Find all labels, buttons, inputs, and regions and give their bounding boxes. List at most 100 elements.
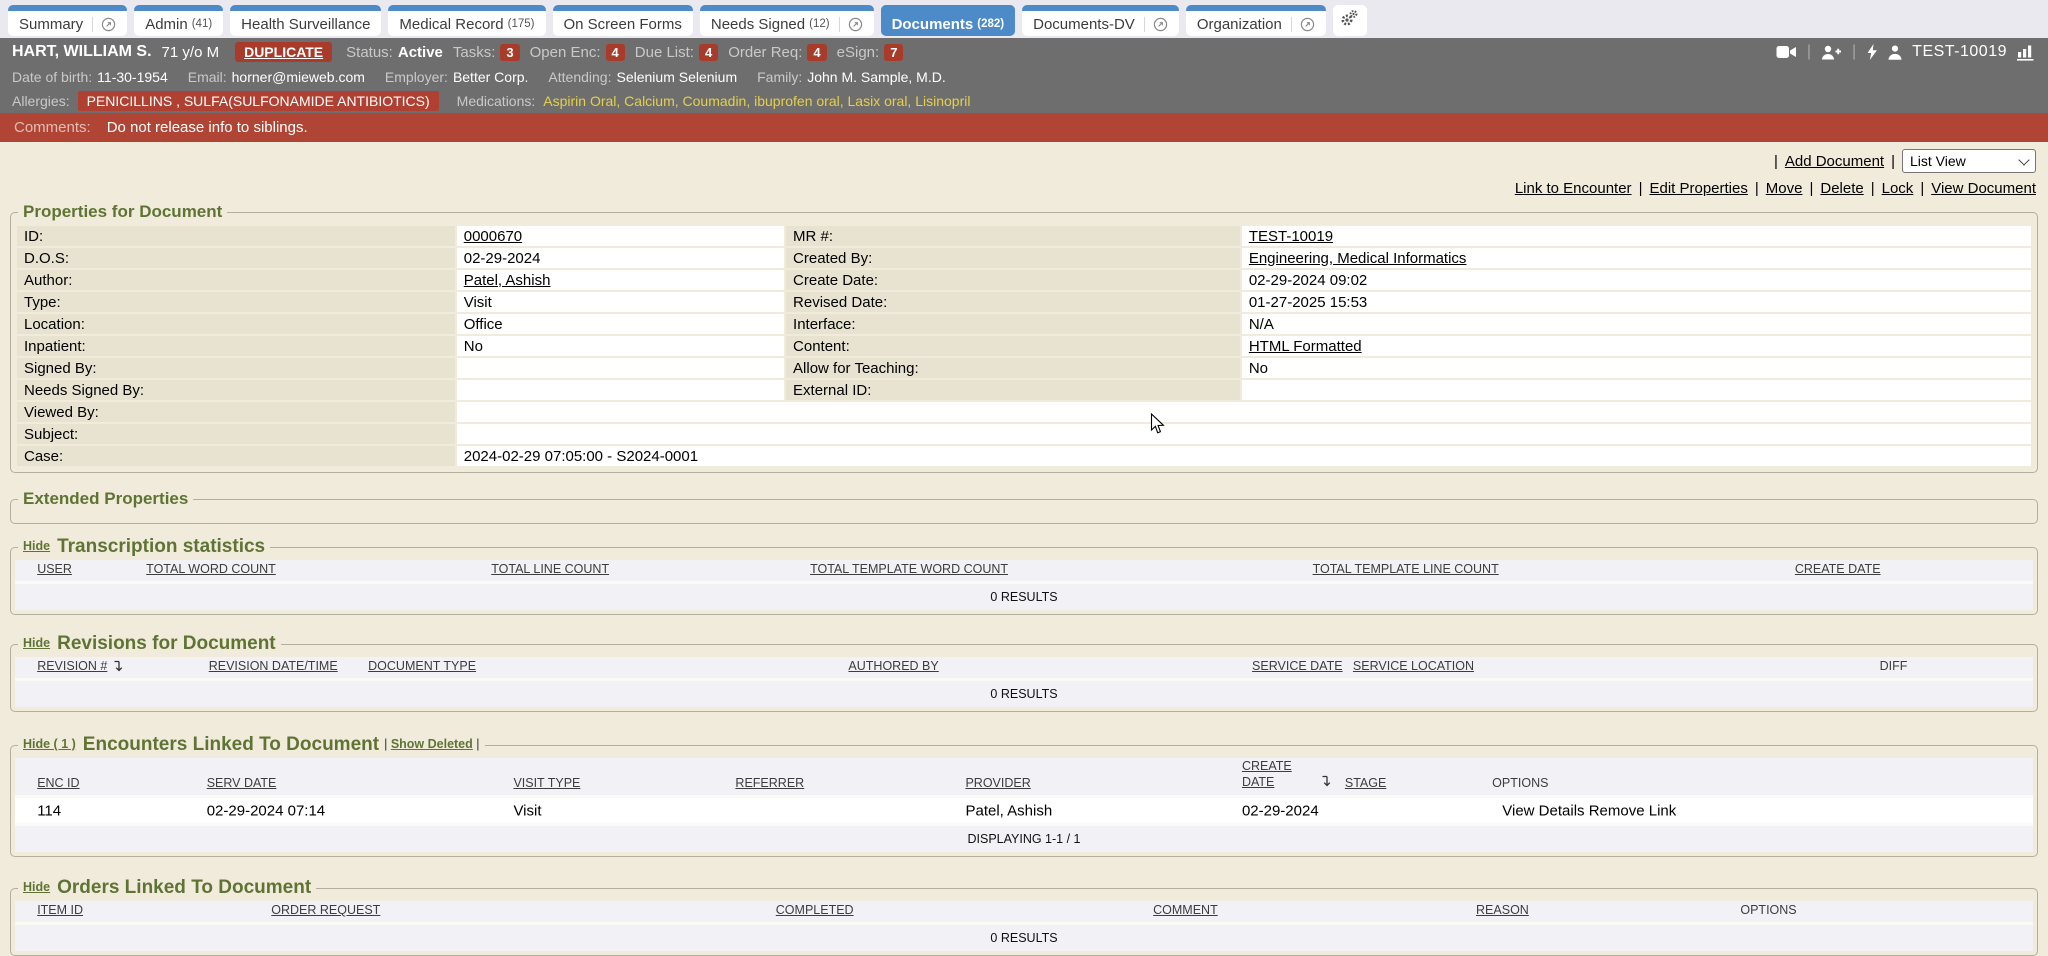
column-header-service-location[interactable]: SERVICE LOCATION xyxy=(1353,659,1474,673)
popout-icon[interactable] xyxy=(1291,17,1315,32)
status-value: Active xyxy=(398,44,443,61)
hide-orders-link[interactable]: Hide xyxy=(23,880,50,894)
patient-banner: HART, WILLIAM S. 71 y/o M DUPLICATE Stat… xyxy=(0,38,2048,66)
popout-icon[interactable] xyxy=(839,17,863,32)
column-header-revision-datetime[interactable]: REVISION DATE/TIME xyxy=(209,659,338,673)
subject-value xyxy=(457,424,2031,444)
allergies-badge[interactable]: PENICILLINS , SULFA(SULFONAMIDE ANTIBIOT… xyxy=(78,91,439,111)
visit-type-cell: Visit xyxy=(513,802,541,819)
field-label: ID: xyxy=(17,226,455,246)
hide-transcription-link[interactable]: Hide xyxy=(23,539,50,553)
view-document-link[interactable]: View Document xyxy=(1931,180,2036,197)
tab-on-screen-forms[interactable]: On Screen Forms xyxy=(553,5,693,36)
property-row: Case:2024-02-29 07:05:00 - S2024-0001 xyxy=(17,446,2031,466)
view-details-link[interactable]: View Details xyxy=(1502,802,1584,819)
show-deleted-link[interactable]: Show Deleted xyxy=(391,737,473,751)
tab-admin[interactable]: Admin (41) xyxy=(134,5,223,36)
view-select[interactable]: List View xyxy=(1902,149,2036,173)
column-header-comment[interactable]: COMMENT xyxy=(1153,903,1218,917)
divider: | xyxy=(1755,180,1759,197)
revisions-empty-row: 0 RESULTS xyxy=(15,681,2033,707)
open-enc-count-badge[interactable]: 4 xyxy=(606,44,625,61)
esign-count-badge[interactable]: 7 xyxy=(884,44,903,61)
column-header-diff: DIFF xyxy=(1880,659,1908,673)
add-document-link[interactable]: Add Document xyxy=(1785,153,1884,170)
column-header-authored-by[interactable]: AUTHORED BY xyxy=(848,659,938,673)
column-header-document-type[interactable]: DOCUMENT TYPE xyxy=(368,659,476,673)
bar-chart-icon[interactable] xyxy=(2017,44,2036,61)
due-list-count-badge[interactable]: 4 xyxy=(699,44,718,61)
column-header-total-line-count[interactable]: TOTAL LINE COUNT xyxy=(491,562,609,576)
tab-count: (282) xyxy=(977,18,1004,30)
person-icon[interactable] xyxy=(1888,45,1902,60)
revisions-title: Revisions for Document xyxy=(57,633,276,654)
comments-label: Comments: xyxy=(14,119,91,136)
field-label: Author: xyxy=(17,270,455,290)
move-link[interactable]: Move xyxy=(1766,180,1803,197)
column-header-total-template-word-count[interactable]: TOTAL TEMPLATE WORD COUNT xyxy=(810,562,1008,576)
order-req-count-badge[interactable]: 4 xyxy=(807,44,826,61)
gears-icon xyxy=(1340,9,1359,33)
add-person-icon[interactable] xyxy=(1821,45,1842,60)
lightning-bolt-icon[interactable] xyxy=(1866,44,1878,60)
transcription-title: Transcription statistics xyxy=(57,536,265,557)
lock-link[interactable]: Lock xyxy=(1882,180,1914,197)
author-link[interactable]: Patel, Ashish xyxy=(464,272,551,289)
column-header-visit-type[interactable]: VISIT TYPE xyxy=(513,776,580,790)
field-label: MR #: xyxy=(786,226,1240,246)
column-header-item-id[interactable]: ITEM ID xyxy=(37,903,83,917)
column-header-completed[interactable]: COMPLETED xyxy=(776,903,854,917)
property-row: Viewed By: xyxy=(17,402,2031,422)
created-by-link[interactable]: Engineering, Medical Informatics xyxy=(1249,250,1467,267)
edit-properties-link[interactable]: Edit Properties xyxy=(1649,180,1747,197)
content-link[interactable]: HTML Formatted xyxy=(1249,338,1362,355)
mr-number-link[interactable]: TEST-10019 xyxy=(1249,228,1333,245)
tab-organization[interactable]: Organization xyxy=(1186,5,1326,36)
column-header-order-request[interactable]: ORDER REQUEST xyxy=(271,903,380,917)
column-header-options: OPTIONS xyxy=(1492,776,1548,790)
orders-empty-row: 0 RESULTS xyxy=(15,925,2033,951)
column-header-reason[interactable]: REASON xyxy=(1476,903,1529,917)
medications-list[interactable]: Aspirin Oral, Calcium, Coumadin, ibuprof… xyxy=(543,93,970,109)
tab-summary[interactable]: Summary xyxy=(8,5,127,36)
properties-legend: Properties for Document xyxy=(18,202,227,222)
tab-health-surveillance[interactable]: Health Surveillance xyxy=(230,5,381,36)
column-header-service-date[interactable]: SERVICE DATE xyxy=(1252,659,1343,673)
tab-label: Admin xyxy=(145,16,188,33)
tab-needs-signed[interactable]: Needs Signed (12) xyxy=(700,5,874,36)
popout-icon[interactable] xyxy=(92,17,116,32)
encounter-row: 114 02-29-2024 07:14 Visit Patel, Ashish… xyxy=(15,798,2033,826)
link-to-encounter-link[interactable]: Link to Encounter xyxy=(1515,180,1632,197)
column-header-total-template-line-count[interactable]: TOTAL TEMPLATE LINE COUNT xyxy=(1313,562,1499,576)
tasks-label: Tasks: xyxy=(453,44,496,61)
column-header-provider[interactable]: PROVIDER xyxy=(965,776,1030,790)
tab-medical-record[interactable]: Medical Record (175) xyxy=(388,5,545,36)
document-toolbar: | Add Document | List View Link to Encou… xyxy=(0,142,2048,197)
column-header-create-date[interactable]: CREATE DATE xyxy=(1242,758,1306,791)
tab-documents[interactable]: Documents (282) xyxy=(881,5,1016,36)
column-header-referrer[interactable]: REFERRER xyxy=(735,776,804,790)
column-header-stage[interactable]: STAGE xyxy=(1345,776,1386,790)
divider: | xyxy=(1809,180,1813,197)
revisions-header-row: REVISION # REVISION DATE/TIME DOCUMENT T… xyxy=(15,657,2033,681)
type-value: Visit xyxy=(457,292,784,312)
revised-date-value: 01-27-2025 15:53 xyxy=(1242,292,2031,312)
document-id-link[interactable]: 0000670 xyxy=(464,228,522,245)
hide-encounters-link[interactable]: Hide ( 1 ) xyxy=(23,737,76,751)
tab-settings-button[interactable] xyxy=(1333,5,1367,36)
column-header-user[interactable]: USER xyxy=(37,562,72,576)
column-header-revision-number[interactable]: REVISION # xyxy=(37,659,123,673)
tab-label: Needs Signed xyxy=(711,16,805,33)
delete-link[interactable]: Delete xyxy=(1820,180,1863,197)
hide-revisions-link[interactable]: Hide xyxy=(23,636,50,650)
video-camera-icon[interactable] xyxy=(1776,45,1797,59)
column-header-create-date[interactable]: CREATE DATE xyxy=(1795,562,1881,576)
column-header-serv-date[interactable]: SERV DATE xyxy=(207,776,277,790)
remove-link-link[interactable]: Remove Link xyxy=(1589,802,1677,819)
column-header-enc-id[interactable]: ENC ID xyxy=(37,776,79,790)
popout-icon[interactable] xyxy=(1144,17,1168,32)
column-header-total-word-count[interactable]: TOTAL WORD COUNT xyxy=(146,562,276,576)
tasks-count-badge[interactable]: 3 xyxy=(500,44,519,61)
duplicate-badge[interactable]: DUPLICATE xyxy=(235,42,332,62)
tab-documents-dv[interactable]: Documents-DV xyxy=(1022,5,1179,36)
